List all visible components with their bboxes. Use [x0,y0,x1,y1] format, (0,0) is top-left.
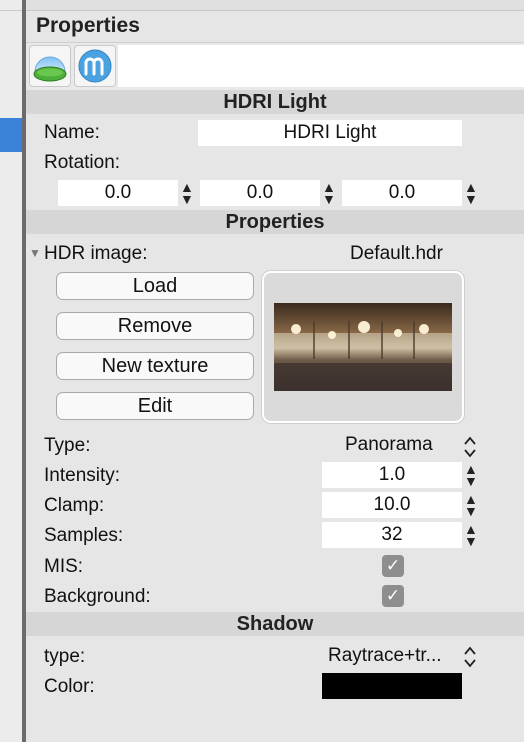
intensity-label: Intensity: [44,465,121,486]
mis-checkbox[interactable]: ✓ [382,555,404,577]
type-label: Type: [44,435,91,456]
edit-button[interactable]: Edit [56,392,254,420]
mis-label: MIS: [44,556,84,577]
sidebar-selection-highlight[interactable] [0,118,22,152]
rotation-label: Rotation: [44,152,121,173]
intensity-stepper[interactable]: ▲ ▼ [464,462,478,488]
rotation-x-stepper[interactable]: ▲ ▼ [180,180,194,206]
new-texture-button[interactable]: New texture [56,352,254,380]
load-button[interactable]: Load [56,272,254,300]
rotation-x-field[interactable]: 0.0 [58,180,178,206]
section-header-properties: Properties [26,210,524,234]
panel-title: Properties [36,14,140,37]
hdr-preview-frame[interactable] [262,271,464,423]
shadow-type-chevron-icon[interactable] [462,644,478,675]
name-field[interactable]: HDRI Light [198,120,462,146]
panel-top-bar [26,0,524,11]
hdr-image-filename: Default.hdr [350,243,443,264]
samples-stepper[interactable]: ▲ ▼ [464,522,478,548]
hdr-image-label: HDR image: [44,243,148,264]
toolbar-empty-area [118,45,524,87]
section-header-shadow: Shadow [26,612,524,636]
m-logo-icon [78,49,112,83]
clamp-field[interactable]: 10.0 [322,492,462,518]
shadow-type-label: type: [44,646,86,667]
rotation-y-stepper[interactable]: ▲ ▼ [322,180,336,206]
checkmark-icon: ✓ [385,586,401,605]
intensity-field[interactable]: 1.0 [322,462,462,488]
hdr-preview-image [274,303,452,391]
clamp-label: Clamp: [44,495,105,516]
type-select[interactable]: Panorama [345,434,433,456]
shadow-color-swatch[interactable] [322,673,462,699]
m-tool-button[interactable] [74,45,116,87]
rotation-y-field[interactable]: 0.0 [200,180,320,206]
shadow-color-label: Color: [44,676,95,697]
samples-label: Samples: [44,525,124,546]
background-checkbox[interactable]: ✓ [382,585,404,607]
clamp-stepper[interactable]: ▲ ▼ [464,492,478,518]
rotation-z-stepper[interactable]: ▲ ▼ [464,180,478,206]
name-label: Name: [44,122,100,143]
environment-globe-icon [33,56,67,82]
remove-button[interactable]: Remove [56,312,254,340]
background-label: Background: [44,586,151,607]
samples-field[interactable]: 32 [322,522,462,548]
left-sidebar-strip [0,0,24,742]
sidebar-top-line [0,10,24,11]
shadow-type-select[interactable]: Raytrace+tr... [328,645,442,667]
section-header-hdri-light: HDRI Light [26,90,524,114]
rotation-z-field[interactable]: 0.0 [342,180,462,206]
checkmark-icon: ✓ [385,556,401,575]
environment-tool-button[interactable] [29,45,71,87]
disclosure-triangle-icon[interactable]: ▼ [29,246,41,260]
